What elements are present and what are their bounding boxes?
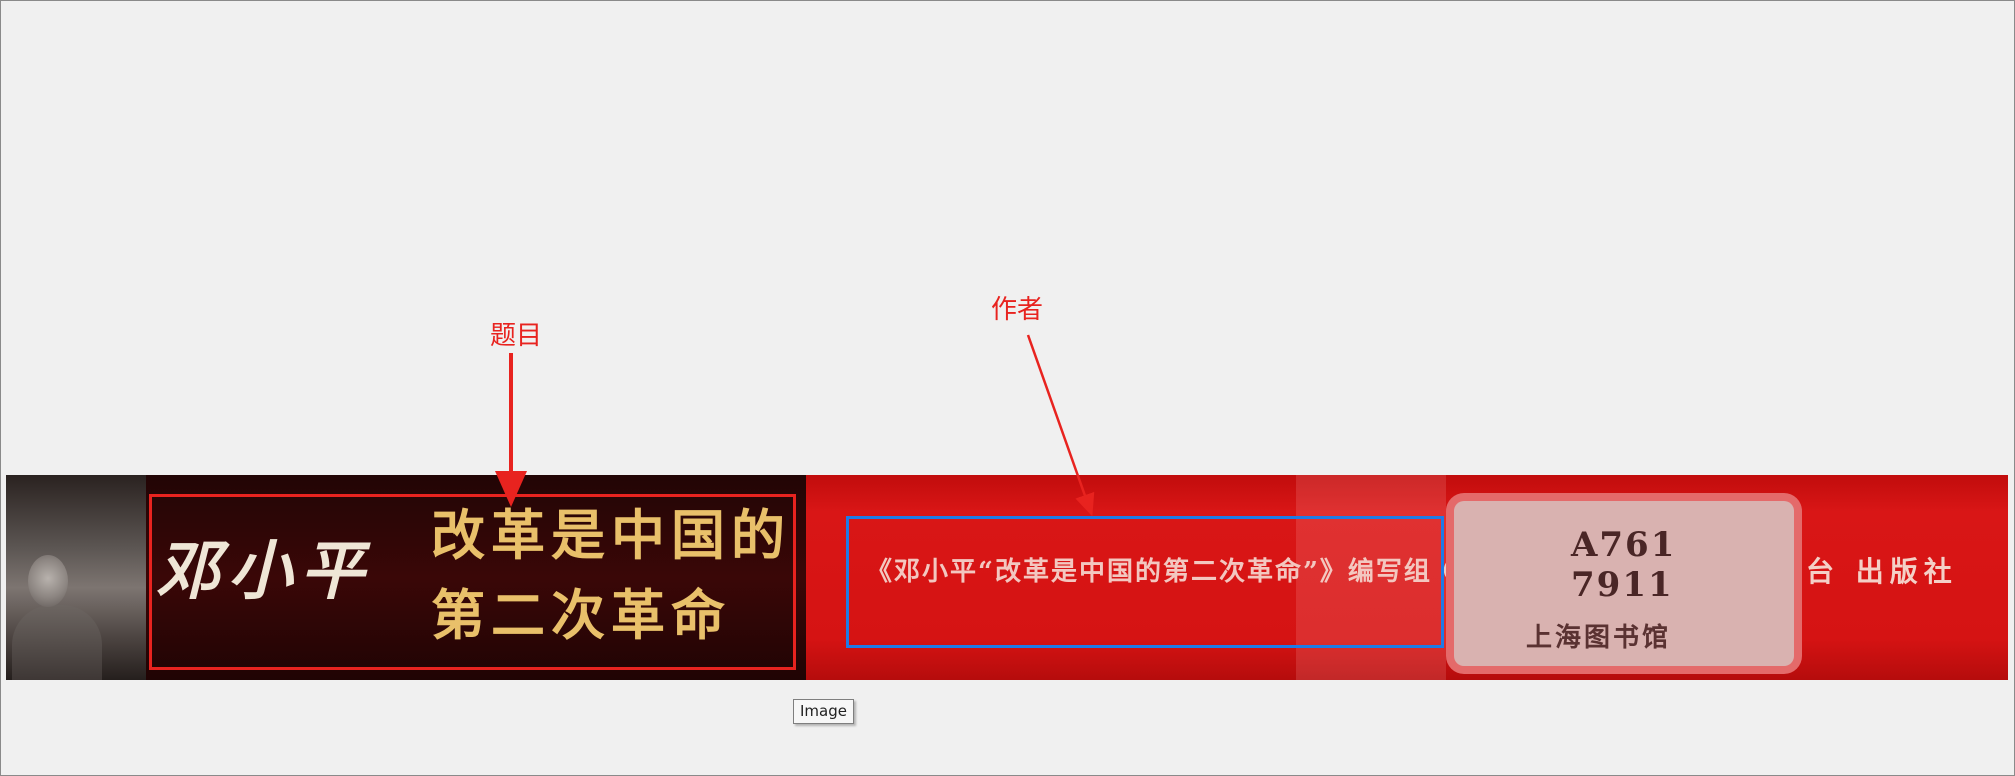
portrait-photo-strip (6, 475, 146, 680)
portrait-figure-head (28, 555, 68, 607)
publisher-text: 台 出版社 (1806, 555, 1958, 588)
image-viewer-canvas: 题目 作者 邓小平 改革是中国的 第二次革命 《邓小平“改革是中国的第二次革命”… (0, 0, 2015, 776)
author-annotation-label: 作者 (991, 295, 1044, 325)
call-number-line-1: A761 (1571, 525, 1677, 565)
portrait-figure-body (12, 605, 102, 680)
call-number-line-2: 7911 (1571, 565, 1674, 605)
title-annotation-label: 题目 (490, 321, 543, 351)
library-name: 上海图书馆 (1526, 623, 1672, 653)
title-highlight-box (149, 494, 796, 670)
image-tooltip: Image (793, 699, 854, 724)
author-highlight-box (846, 516, 1444, 648)
